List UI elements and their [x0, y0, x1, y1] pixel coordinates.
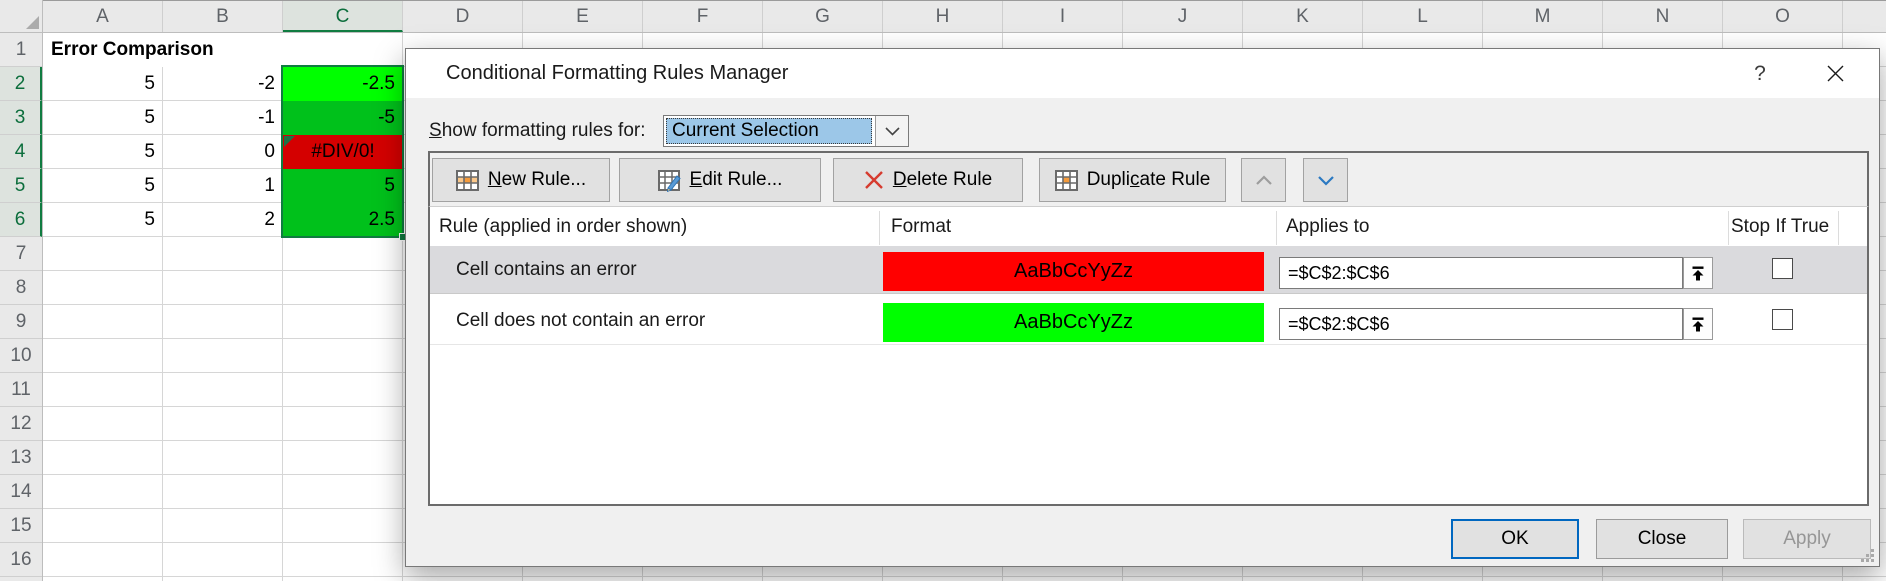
row-header-12[interactable]: 12: [0, 407, 42, 441]
column-header-D[interactable]: D: [403, 1, 523, 32]
column-header-applies-to: Applies to: [1286, 209, 1369, 245]
header-separator: [879, 211, 880, 245]
row-header-16[interactable]: 16: [0, 543, 42, 577]
apply-button[interactable]: Apply: [1743, 519, 1871, 559]
cell-A2[interactable]: 5: [43, 67, 163, 101]
duplicate-rule-icon: [1055, 169, 1078, 192]
row-header-14[interactable]: 14: [0, 475, 42, 509]
close-button[interactable]: Close: [1596, 519, 1728, 559]
column-header-H[interactable]: H: [883, 1, 1003, 32]
edit-rule-icon: [658, 169, 681, 192]
row-header-13[interactable]: 13: [0, 441, 42, 475]
column-header-F[interactable]: F: [643, 1, 763, 32]
format-preview-swatch: AaBbCcYyZz: [883, 303, 1264, 342]
cell-A6[interactable]: 5: [43, 203, 163, 237]
stop-if-true-checkbox[interactable]: [1772, 309, 1793, 330]
conditional-formatting-dialog: Conditional Formatting Rules Manager ? S…: [405, 48, 1880, 567]
select-all-triangle-icon: [26, 16, 39, 29]
row-header-7[interactable]: 7: [0, 237, 42, 271]
row-header-2[interactable]: 2: [0, 67, 42, 101]
stop-if-true-checkbox[interactable]: [1772, 258, 1793, 279]
format-preview-swatch: AaBbCcYyZz: [883, 252, 1264, 291]
applies-to-input[interactable]: =$C$2:$C$6: [1279, 257, 1683, 289]
show-rules-label: Show formatting rules for:: [429, 119, 646, 143]
row-header-9[interactable]: 9: [0, 305, 42, 339]
help-icon[interactable]: ?: [1744, 49, 1776, 98]
column-header-B[interactable]: B: [163, 1, 283, 32]
column-header-format: Format: [891, 209, 951, 245]
column-header-L[interactable]: L: [1363, 1, 1483, 32]
column-header-O[interactable]: O: [1723, 1, 1843, 32]
delete-rule-icon: [864, 170, 884, 190]
row-header-5[interactable]: 5: [0, 169, 42, 203]
row-header-10[interactable]: 10: [0, 339, 42, 373]
move-rule-up-button[interactable]: [1241, 158, 1286, 202]
column-header-G[interactable]: G: [763, 1, 883, 32]
column-header-K[interactable]: K: [1243, 1, 1363, 32]
column-header-rule: Rule (applied in order shown): [439, 209, 687, 245]
screen: ABCDEFGHIJKLMNO12345678910111213141516Er…: [0, 0, 1886, 581]
column-header-I[interactable]: I: [1003, 1, 1123, 32]
rule-name: Cell does not contain an error: [456, 297, 705, 345]
column-header-A[interactable]: A: [43, 1, 163, 32]
row-header-8[interactable]: 8: [0, 271, 42, 305]
collapse-dialog-icon[interactable]: [1683, 308, 1713, 340]
ok-button[interactable]: OK: [1451, 519, 1579, 559]
column-header-J[interactable]: J: [1123, 1, 1243, 32]
duplicate-rule-button[interactable]: Duplicate Rule: [1039, 158, 1226, 202]
cell-A4[interactable]: 5: [43, 135, 163, 169]
row-header-11[interactable]: 11: [0, 373, 42, 407]
new-rule-icon: [456, 169, 479, 192]
row-header-6[interactable]: 6: [0, 203, 42, 237]
header-separator: [1838, 211, 1839, 245]
move-down-icon: [1317, 175, 1335, 186]
resize-grip[interactable]: [1860, 548, 1874, 562]
column-header-N[interactable]: N: [1603, 1, 1723, 32]
applies-to-input[interactable]: =$C$2:$C$6: [1279, 308, 1683, 340]
select-all-corner[interactable]: [0, 0, 43, 33]
move-up-icon: [1255, 175, 1273, 186]
cell-A3[interactable]: 5: [43, 101, 163, 135]
cell-B5[interactable]: 1: [163, 169, 283, 203]
edit-rule-button[interactable]: Edit Rule...: [619, 158, 821, 202]
header-separator: [1728, 211, 1729, 245]
column-header-M[interactable]: M: [1483, 1, 1603, 32]
cell-B4[interactable]: 0: [163, 135, 283, 169]
new-rule-button[interactable]: New Rule...: [432, 158, 610, 202]
rule-row-1[interactable]: Cell contains an error AaBbCcYyZz =$C$2:…: [430, 246, 1867, 294]
row-header-15[interactable]: 15: [0, 509, 42, 543]
selection-border: [281, 65, 404, 238]
show-rules-dropdown[interactable]: Current Selection: [663, 115, 909, 147]
cell-A1[interactable]: Error Comparison: [43, 33, 283, 67]
row-header-4[interactable]: 4: [0, 135, 42, 169]
show-rules-selected-value: Current Selection: [666, 118, 872, 144]
dropdown-chevron-icon[interactable]: [875, 116, 908, 146]
dialog-title: Conditional Formatting Rules Manager: [446, 49, 788, 98]
row-header-3[interactable]: 3: [0, 101, 42, 135]
rule-name: Cell contains an error: [456, 246, 637, 294]
collapse-dialog-icon[interactable]: [1683, 257, 1713, 289]
cell-B2[interactable]: -2: [163, 67, 283, 101]
column-header-stop-if-true: Stop If True: [1731, 209, 1829, 245]
cell-B3[interactable]: -1: [163, 101, 283, 135]
move-rule-down-button[interactable]: [1303, 158, 1348, 202]
close-icon[interactable]: [1812, 49, 1858, 98]
header-separator: [1276, 211, 1277, 245]
rule-row-2[interactable]: Cell does not contain an error AaBbCcYyZ…: [430, 297, 1867, 345]
row-header-1[interactable]: 1: [0, 33, 42, 67]
column-header-E[interactable]: E: [523, 1, 643, 32]
cell-B6[interactable]: 2: [163, 203, 283, 237]
cell-A5[interactable]: 5: [43, 169, 163, 203]
column-header-C[interactable]: C: [283, 1, 403, 32]
delete-rule-button[interactable]: Delete Rule: [833, 158, 1023, 202]
